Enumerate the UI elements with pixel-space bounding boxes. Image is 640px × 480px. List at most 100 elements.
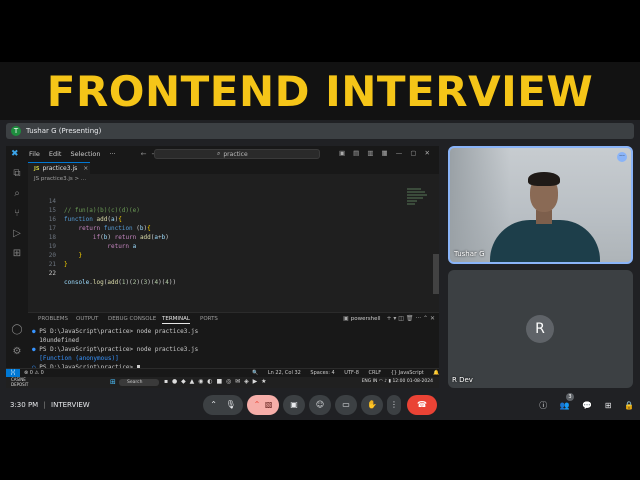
editor-tabs: JS practice3.js ×: [28, 162, 439, 174]
account-icon[interactable]: ◯: [11, 324, 23, 336]
people-icon[interactable]: 👥: [560, 401, 570, 410]
meeting-info: 3:30 PM | INTERVIEW: [10, 401, 90, 409]
problems-status[interactable]: ⊗ 0 ⚠ 0: [24, 370, 44, 376]
bell-icon[interactable]: 🔔: [433, 370, 439, 376]
participant-tile-rdev[interactable]: R R Dev: [448, 270, 633, 388]
terminal-icon: ▣: [343, 315, 349, 322]
more-options-button[interactable]: ⋮: [387, 395, 401, 415]
code-line: 21: [48, 261, 56, 268]
participant-tile-tushar[interactable]: ··· Tushar G: [448, 146, 633, 264]
settings-gear-icon[interactable]: ⚙: [11, 346, 23, 358]
system-tray[interactable]: ENG IN ◠ ♪ ▮ 12:00 01-08-2024: [362, 379, 433, 384]
js-file-icon: JS: [34, 165, 40, 172]
terminal-line: [Function (anonymous)]: [39, 355, 119, 362]
windows-start-icon[interactable]: ⊞: [110, 378, 116, 386]
shared-screen-vscode: ✖ File Edit Selection ··· ←→ ⌕ practice …: [6, 146, 439, 388]
captions-button[interactable]: ▭: [335, 395, 357, 415]
status-bar: ⟩⟨ ⊗ 0 ⚠ 0 🔍 Ln 22, Col 32 Spaces: 4 UTF…: [6, 368, 439, 378]
camera-button[interactable]: ⌃ ▧: [247, 395, 279, 415]
menu-more[interactable]: ···: [109, 150, 115, 158]
breadcrumb[interactable]: JS practice3.js > ...: [34, 176, 86, 182]
code-line: 14 // fun(a)(b)(c)(d)(e): [48, 198, 140, 214]
presenter-bar: T Tushar G (Presenting): [6, 123, 634, 139]
taskbar-search[interactable]: Search: [119, 379, 159, 386]
search-text: practice: [223, 150, 248, 158]
captions-icon: ▭: [342, 400, 350, 409]
search-icon: ⌕: [217, 150, 221, 157]
tab-filename: practice3.js: [42, 165, 78, 172]
presenter-avatar: T: [11, 126, 21, 136]
participant-avatar: R: [526, 315, 554, 343]
camera-off-icon: ▧: [264, 400, 273, 409]
tab-debug-console[interactable]: DEBUG CONSOLE: [108, 316, 156, 322]
terminal-actions[interactable]: ▣ powershell + ▾ ◫ 🗑 ··· ⌃ ✕: [343, 315, 435, 322]
code-line: 17 if(b) return add(a+b): [48, 225, 169, 241]
chevron-up-icon[interactable]: ⌃: [254, 400, 261, 409]
command-search-input[interactable]: ⌕ practice: [154, 149, 320, 159]
taskbar-app-icons[interactable]: ▪ ● ◆ ▲ ◉ ◐ ■ ◎ ✉ ◈ ▶ ★: [164, 378, 268, 385]
info-icon[interactable]: ⓘ: [539, 401, 547, 410]
chat-icon[interactable]: 💬: [582, 401, 592, 410]
indentation[interactable]: Spaces: 4: [310, 370, 334, 376]
chevron-up-icon[interactable]: ⌃: [210, 400, 217, 409]
wifi-icon: ◠ ♪ ▮: [378, 379, 393, 384]
code-editor[interactable]: 14 // fun(a)(b)(c)(d)(e) 15 function add…: [28, 184, 439, 312]
participant-name: R Dev: [452, 376, 473, 384]
minimap[interactable]: [407, 188, 429, 228]
current-time: 3:30 PM: [10, 401, 39, 409]
search-activity-icon[interactable]: ⌕: [11, 188, 23, 200]
raise-hand-button[interactable]: ✋: [361, 395, 383, 415]
meet-side-actions: ⓘ 👥 💬 ⊞ 🔒: [529, 400, 634, 411]
host-controls-icon[interactable]: 🔒: [624, 401, 634, 410]
run-debug-icon[interactable]: ▷: [11, 228, 23, 240]
code-line: 20 }: [48, 252, 68, 268]
menu-edit[interactable]: Edit: [49, 150, 62, 158]
source-control-icon[interactable]: ⑂: [11, 208, 23, 220]
terminal-shell-label: powershell: [350, 316, 381, 322]
present-button[interactable]: ▣: [283, 395, 305, 415]
tab-output[interactable]: OUTPUT: [76, 316, 98, 322]
menu-selection[interactable]: Selection: [70, 150, 100, 158]
code-line-active: 22 console.log(add(1)(2)(3)(4)(4)): [48, 270, 177, 286]
code-line: 15 function add(a){: [48, 207, 122, 223]
terminal-panel: PROBLEMS OUTPUT DEBUG CONSOLE TERMINAL P…: [28, 312, 439, 371]
participant-video: [490, 220, 600, 262]
tab-ports[interactable]: PORTS: [200, 316, 218, 322]
code-line: 16 return function (b){: [48, 216, 151, 232]
mic-button[interactable]: ⌃ 🎙: [203, 395, 243, 415]
zoom-icon[interactable]: 🔍: [252, 370, 258, 376]
activities-icon[interactable]: ⊞: [605, 401, 612, 410]
banner-title: FRONTEND INTERVIEW: [46, 66, 594, 116]
terminal-toolbar-icons[interactable]: + ▾ ◫ 🗑 ··· ⌃ ✕: [386, 315, 435, 322]
terminal-line: 10undefined: [39, 337, 79, 344]
tab-practice3[interactable]: JS practice3.js ×: [28, 162, 90, 174]
present-icon: ▣: [290, 400, 298, 409]
title-banner: FRONTEND INTERVIEW: [0, 62, 640, 120]
windows-taskbar: CASINE DEPOSIT ⊞ Search ▪ ● ◆ ▲ ◉ ◐ ■ ◎ …: [6, 377, 439, 388]
menu-file[interactable]: File: [29, 150, 40, 158]
encoding[interactable]: UTF-8: [344, 370, 359, 376]
end-call-button[interactable]: ☎: [407, 395, 437, 415]
mic-icon: 🎙: [225, 400, 236, 409]
more-options-icon[interactable]: ···: [617, 152, 627, 162]
meeting-name: INTERVIEW: [51, 401, 90, 409]
tab-close-icon[interactable]: ×: [83, 165, 88, 172]
reactions-button[interactable]: ☺: [309, 395, 331, 415]
tab-problems[interactable]: PROBLEMS: [38, 316, 68, 322]
cursor-position[interactable]: Ln 22, Col 32: [268, 370, 301, 376]
language-mode[interactable]: {} JavaScript: [391, 370, 424, 376]
tab-terminal[interactable]: TERMINAL: [162, 316, 190, 324]
vscode-titlebar: ✖ File Edit Selection ··· ←→ ⌕ practice …: [6, 146, 439, 162]
layout-icons[interactable]: ▣ ▤ ▥ ▦ — ▢ ✕: [339, 149, 433, 157]
code-line: 19 }: [48, 243, 83, 259]
weather-widget[interactable]: CASINE DEPOSIT: [11, 377, 28, 387]
emoji-icon: ☺: [315, 400, 325, 409]
participant-name: Tushar G: [454, 250, 485, 258]
editor-scrollbar[interactable]: [433, 254, 439, 294]
explorer-icon[interactable]: ⧉: [11, 168, 23, 180]
vscode-logo-icon: ✖: [11, 149, 19, 159]
more-vert-icon: ⋮: [390, 400, 398, 409]
line-endings[interactable]: CRLF: [368, 370, 381, 376]
extensions-icon[interactable]: ⊞: [11, 248, 23, 260]
terminal-line: ● PS D:\JavaScript\practice> node practi…: [32, 346, 199, 353]
